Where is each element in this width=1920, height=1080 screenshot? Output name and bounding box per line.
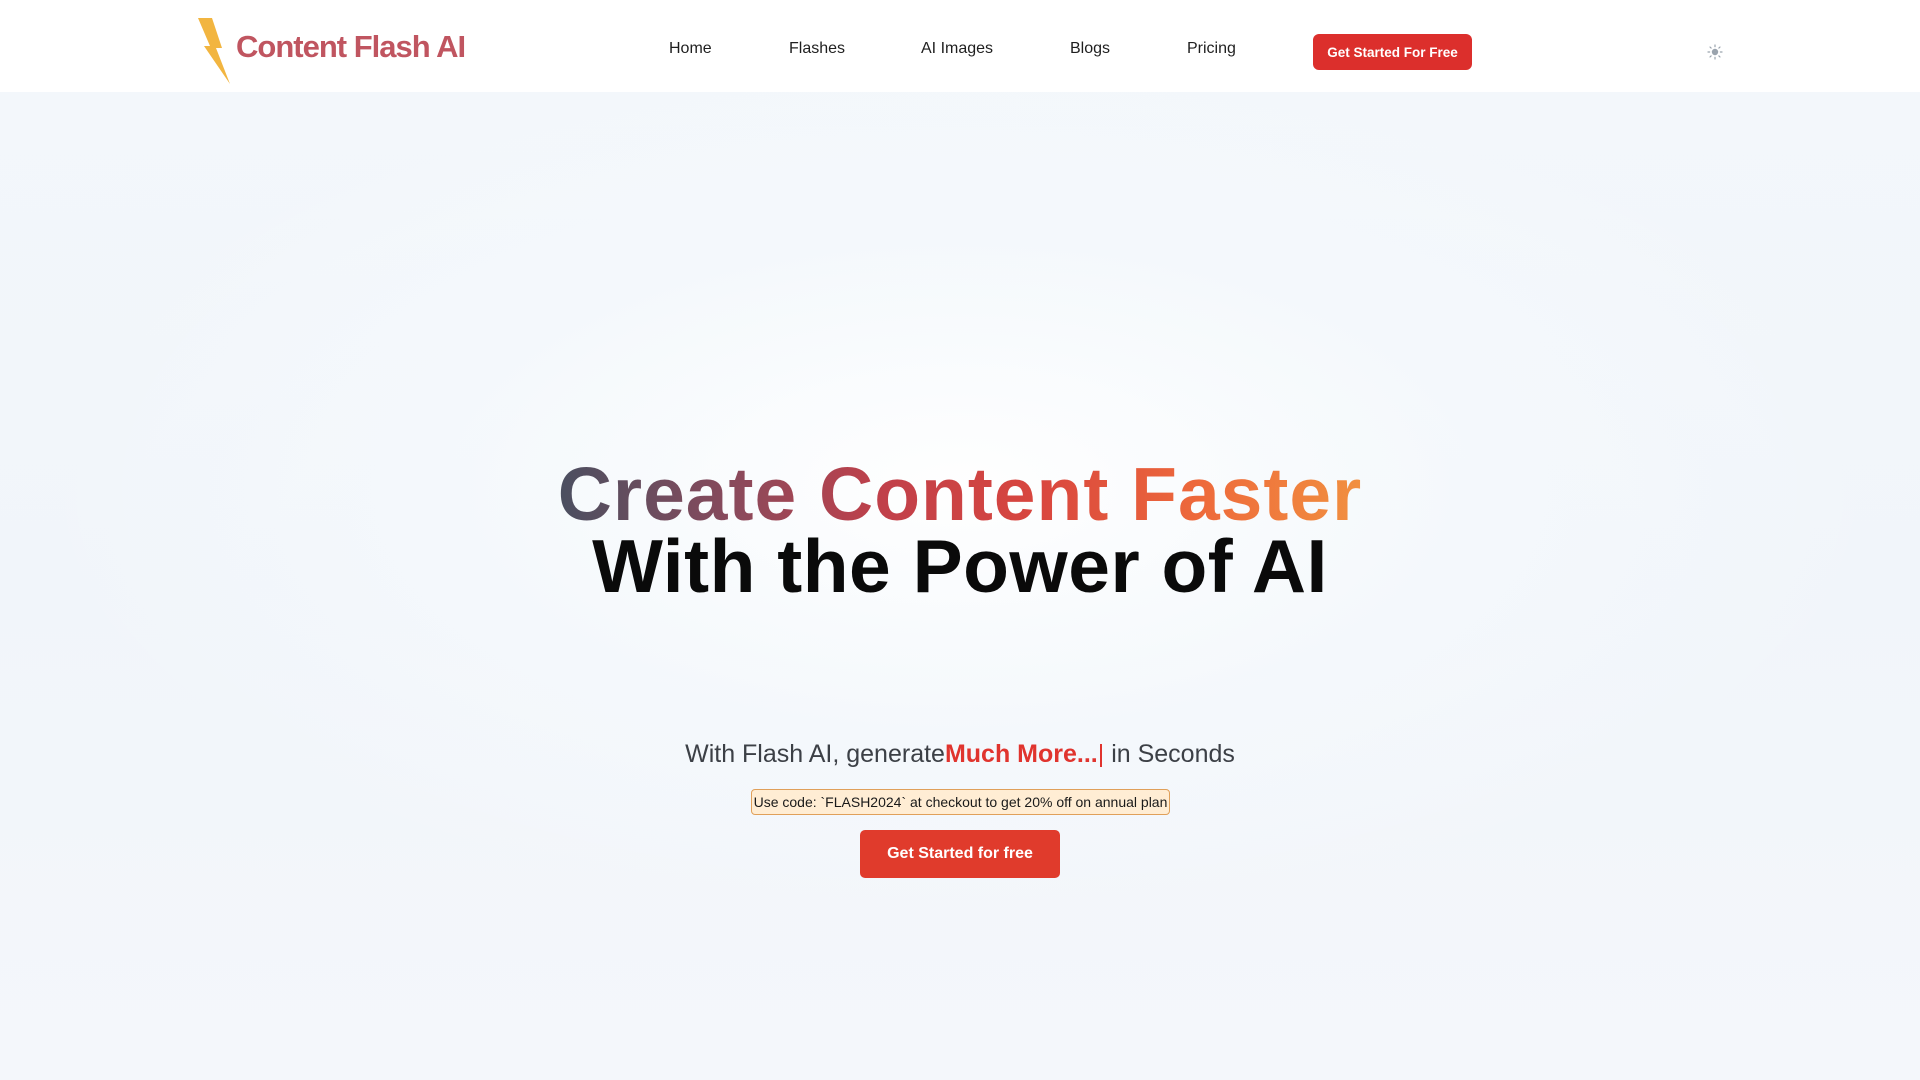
promo-code-banner: Use code: `FLASH2024` at checkout to get… xyxy=(751,789,1170,815)
site-header: Content Flash AI Home Flashes AI Images … xyxy=(0,0,1920,92)
hero-get-started-button[interactable]: Get Started for free xyxy=(860,830,1060,878)
hero-subtitle-suffix: in Seconds xyxy=(1104,740,1235,768)
hero-title: Create Content Faster With the Power of … xyxy=(0,452,1920,608)
nav-pricing[interactable]: Pricing xyxy=(1187,40,1236,58)
hero-title-line-2: With the Power of AI xyxy=(592,524,1328,608)
nav-flashes[interactable]: Flashes xyxy=(789,40,845,58)
nav-home[interactable]: Home xyxy=(669,40,712,58)
main-nav: Home Flashes AI Images Blogs Pricing xyxy=(0,0,1920,104)
hero-subtitle: With Flash AI, generateMuch More...| in … xyxy=(0,740,1920,769)
hero-subtitle-prefix: With Flash AI, generate xyxy=(685,740,945,768)
sun-icon xyxy=(1707,44,1723,60)
nav-blogs[interactable]: Blogs xyxy=(1070,40,1110,58)
theme-toggle-button[interactable] xyxy=(1704,41,1726,63)
hero-title-line-1: Create Content Faster xyxy=(557,452,1363,536)
nav-ai-images[interactable]: AI Images xyxy=(921,40,993,58)
hero-section: Create Content Faster With the Power of … xyxy=(0,92,1920,1080)
header-get-started-button[interactable]: Get Started For Free xyxy=(1313,34,1472,70)
hero-subtitle-typed-word: Much More... xyxy=(944,740,1098,768)
